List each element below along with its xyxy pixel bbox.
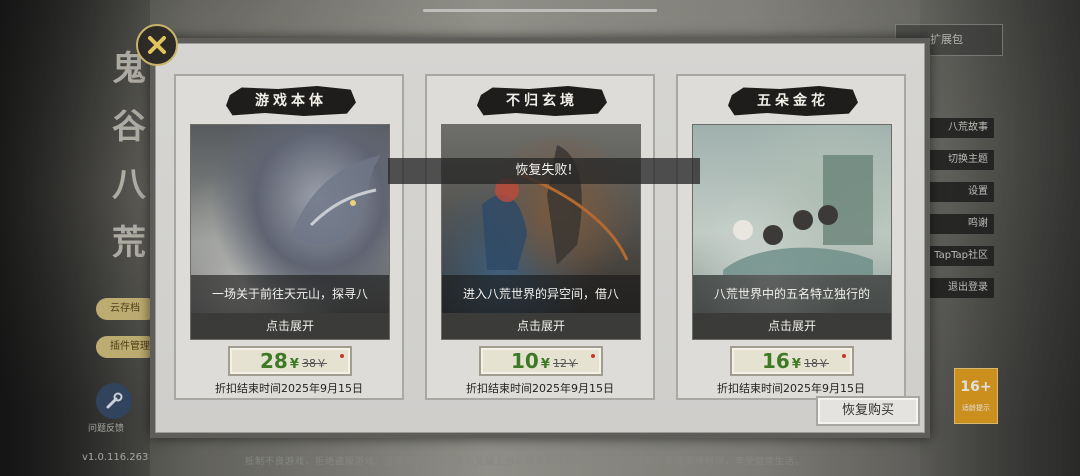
card-title-banner: 不归玄境	[477, 86, 607, 116]
card-title: 游戏本体	[255, 93, 327, 109]
dragon-illustration	[291, 155, 381, 246]
buy-price-button[interactable]: 10 ¥ 12￥	[479, 346, 603, 376]
discount-end-time: 折扣结束时间2025年9月15日	[215, 382, 363, 395]
restore-purchase-button[interactable]: 恢复购买	[816, 396, 920, 426]
expand-button[interactable]: 点击展开	[693, 313, 891, 339]
currency-symbol: ¥	[540, 357, 550, 372]
discount-end-time: 折扣结束时间2025年9月15日	[466, 382, 614, 395]
dlc-card-wuduojinhua: 五朵金花 八荒世界中的五名特立独行的 点击展开 16 ¥ 18￥ 折扣结束时间20…	[676, 74, 906, 400]
warriors-illustration	[482, 145, 629, 270]
discount-price: 16 ¥	[762, 349, 801, 373]
original-price: 12￥	[553, 357, 578, 370]
expand-button[interactable]: 点击展开	[442, 313, 640, 339]
card-description: 八荒世界中的五名特立独行的	[693, 275, 891, 313]
card-description: 进入八荒世界的异空间，借八	[442, 275, 640, 313]
discount-price-value: 16	[762, 349, 790, 373]
card-description: 一场关于前往天元山，探寻八	[191, 275, 389, 313]
heroines-illustration	[723, 155, 873, 275]
original-price: 18￥	[804, 357, 829, 370]
card-artwork-warriors[interactable]: 进入八荒世界的异空间，借八 点击展开	[441, 124, 641, 340]
discount-price: 10 ¥	[511, 349, 550, 373]
card-title-banner: 游戏本体	[226, 86, 356, 116]
original-price: 38￥	[302, 357, 327, 370]
expand-button[interactable]: 点击展开	[191, 313, 389, 339]
currency-symbol: ¥	[289, 357, 299, 372]
dlc-card-base-game: 游戏本体 一场关于前往天元山，探寻八 点击展开 28 ¥ 38￥ 折扣结束时间20…	[174, 74, 404, 400]
card-artwork-dragon[interactable]: 一场关于前往天元山，探寻八 点击展开	[190, 124, 390, 340]
discount-price-value: 28	[260, 349, 288, 373]
buy-price-button[interactable]: 16 ¥ 18￥	[730, 346, 854, 376]
discount-price-value: 10	[511, 349, 539, 373]
discount-end-time: 折扣结束时间2025年9月15日	[717, 382, 865, 395]
close-button[interactable]	[136, 24, 178, 66]
corner-dot-decoration	[842, 354, 846, 358]
card-title: 五朵金花	[757, 93, 829, 109]
close-icon	[148, 36, 166, 54]
buy-price-button[interactable]: 28 ¥ 38￥	[228, 346, 352, 376]
dlc-card-buguixuanjing: 不归玄境 进入八荒世界的异空间，借八 点击展开 10 ¥ 12￥ 折扣结束时间20…	[425, 74, 655, 400]
card-title: 不归玄境	[506, 93, 578, 109]
card-title-banner: 五朵金花	[728, 86, 858, 116]
card-artwork-five-heroines[interactable]: 八荒世界中的五名特立独行的 点击展开	[692, 124, 892, 340]
toast-message: 恢复失败!	[388, 158, 700, 184]
discount-price: 28 ¥	[260, 349, 299, 373]
currency-symbol: ¥	[791, 357, 801, 372]
corner-dot-decoration	[340, 354, 344, 358]
corner-dot-decoration	[591, 354, 595, 358]
